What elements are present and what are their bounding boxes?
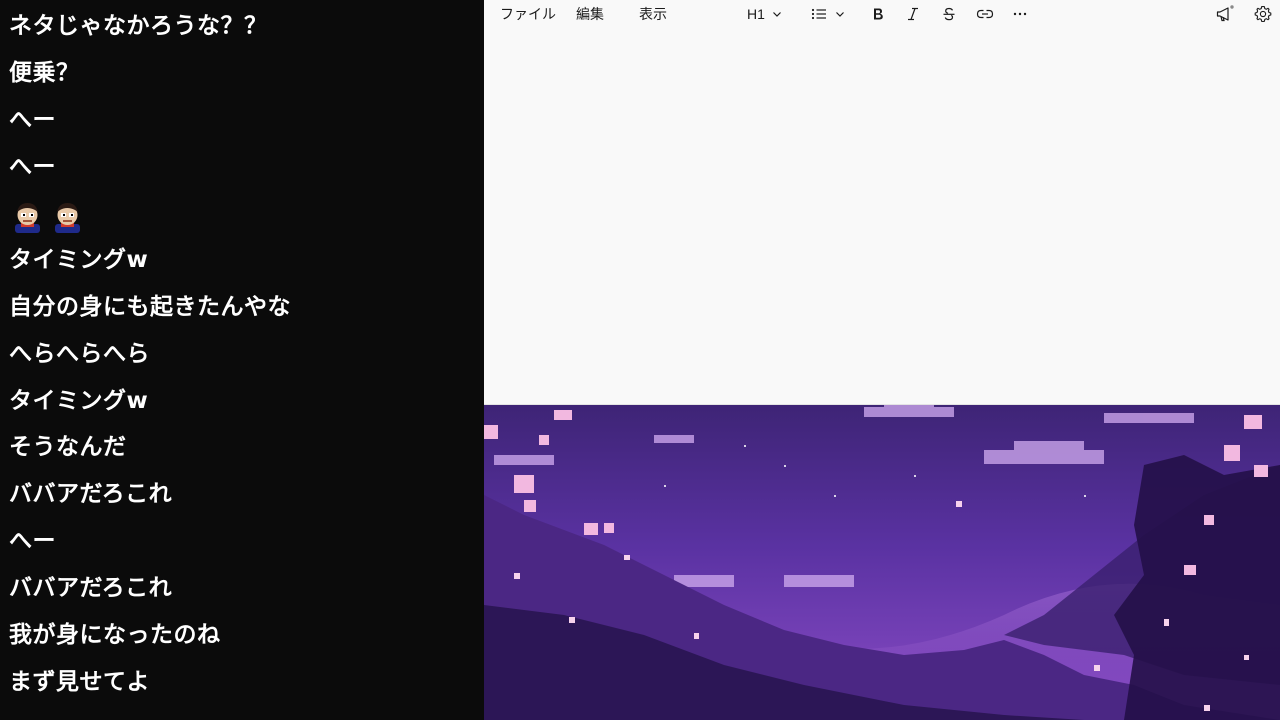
chat-message: ババアだろこれ [9,575,173,601]
chevron-down-icon [836,12,844,17]
chat-message: まず見せてよ [9,669,150,695]
more-button[interactable] [1009,3,1031,25]
chat-message: へー [9,154,56,180]
wallpaper-illustration [484,405,1280,720]
heading-dropdown[interactable]: H1 [744,3,786,25]
strikethrough-icon [943,7,955,21]
chat-message-emotes [11,200,84,234]
chat-message: そうなんだ [9,434,127,460]
chat-message: タイミングw [9,388,149,414]
notepad-window: ファイル 編集 表示 H1 [484,0,1280,405]
chat-panel: ネタじゃなかろうな？？ 便乗？ へー へー タイミングw 自分の身にも起きたんや… [0,0,483,720]
chevron-down-icon [773,12,781,17]
more-icon [1013,12,1027,16]
menu-file[interactable]: ファイル [500,0,556,30]
bold-button[interactable] [867,3,889,25]
chat-message: へらへらへら [9,341,150,367]
chat-message: 便乗？ [9,60,80,86]
settings-icon [1254,5,1272,23]
list-dropdown[interactable] [807,3,849,25]
announcement-icon [1216,5,1234,22]
whats-new-button[interactable] [1213,3,1237,25]
chat-message: ネタじゃなかろうな？？ [9,13,268,39]
editor-text-area[interactable] [484,32,1280,404]
chat-message: ババアだろこれ [9,481,173,507]
desktop-wallpaper [484,405,1280,720]
bold-icon [874,8,883,20]
chat-message: へー [9,107,56,133]
italic-icon [908,7,918,21]
settings-button[interactable] [1251,3,1275,25]
chat-message: 我が身になったのね [9,622,221,648]
emote-face-icon [15,203,40,233]
link-icon [976,9,994,19]
strikethrough-button[interactable] [938,3,960,25]
italic-button[interactable] [902,3,924,25]
menu-view[interactable]: 表示 [639,0,667,30]
notepad-toolbar: ファイル 編集 表示 H1 [484,0,1280,30]
chat-message: 自分の身にも起きたんやな [9,294,291,320]
menu-edit[interactable]: 編集 [576,0,604,30]
list-icon [811,8,826,20]
emote-face-icon [55,203,80,233]
link-button[interactable] [974,3,996,25]
heading-label: H1 [747,6,765,22]
chat-message: へー [9,528,56,554]
chat-message: タイミングw [9,247,149,273]
